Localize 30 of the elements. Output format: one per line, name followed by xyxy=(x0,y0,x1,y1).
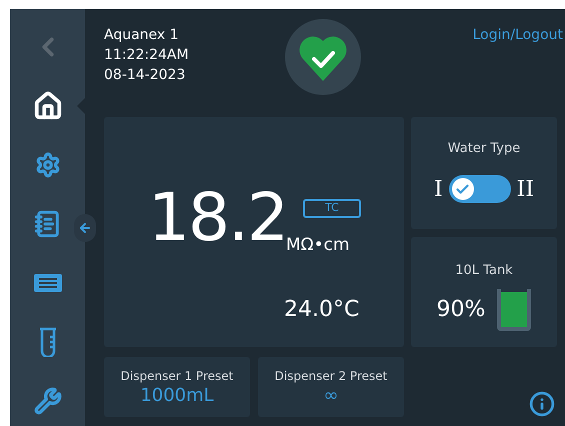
tank-label: 10L Tank xyxy=(455,262,513,280)
test-tube-icon[interactable] xyxy=(38,327,58,357)
selection-notch xyxy=(77,98,85,114)
panel-icon[interactable] xyxy=(32,273,62,293)
tank-percent: 90% xyxy=(436,296,486,324)
type-two-label: II xyxy=(516,176,534,204)
dispenser-value: ∞ xyxy=(324,385,338,407)
home-icon[interactable] xyxy=(32,91,62,121)
login-link[interactable]: Login/Logout xyxy=(472,25,563,46)
tools-icon[interactable] xyxy=(34,387,62,415)
dispenser-card[interactable]: Dispenser 1 Preset 1000mL xyxy=(104,357,250,417)
notepad-icon[interactable] xyxy=(34,210,62,238)
check-icon xyxy=(455,182,470,196)
gears-icon[interactable] xyxy=(34,152,60,178)
resistivity-value: 18.2 xyxy=(148,185,287,251)
dispenser-card[interactable]: Dispenser 2 Preset ∞ xyxy=(258,357,404,417)
tc-badge: TC xyxy=(303,199,361,218)
dispenser-value: 1000mL xyxy=(140,385,214,407)
temperature-text: 24.0°C xyxy=(284,296,360,324)
collapse-tab[interactable] xyxy=(74,214,96,242)
water-type-toggle[interactable] xyxy=(448,175,511,203)
water-type-label: Water Type xyxy=(448,140,520,158)
time-text: 11:22:24AM xyxy=(104,46,189,65)
type-one-label: I xyxy=(434,176,443,204)
dispenser-label: Dispenser 1 Preset xyxy=(120,368,234,385)
info-icon[interactable] xyxy=(529,391,555,417)
date-text: 08-14-2023 xyxy=(104,66,186,85)
unit-text: MΩ•cm xyxy=(286,234,350,257)
device-name: Aquanex 1 xyxy=(104,26,180,45)
dispenser-label: Dispenser 2 Preset xyxy=(274,368,388,385)
